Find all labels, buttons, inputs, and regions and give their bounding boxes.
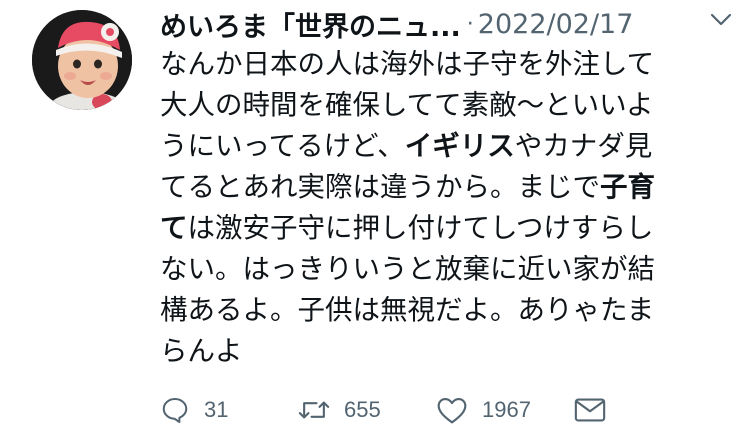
tweet-text-bold: イギリス xyxy=(404,130,515,162)
tweet-header: めいろま「世界のニュ... · 2022/02/17 xyxy=(160,4,740,44)
tweet-text-segment: 構あるよ。子供は無視だよ。ありゃたま xyxy=(160,294,655,326)
tweet-text-segment: なんか日本の人は海外は子守を外注して xyxy=(160,48,655,80)
chevron-down-icon[interactable] xyxy=(706,2,736,38)
tweet-text-segment: やカナダ見 xyxy=(514,130,653,162)
tweet-text-line: らんよ xyxy=(160,331,700,372)
tweet-text-segment: らんよ xyxy=(160,335,243,367)
reply-count: 31 xyxy=(204,397,229,422)
tweet-text-segment: 大人の時間を確保してて素敵〜といいよ xyxy=(160,89,654,121)
tweet-text-segment: うにいってるけど、 xyxy=(160,130,405,162)
tweet-text-bold: て xyxy=(160,212,188,244)
like-count: 1967 xyxy=(482,397,531,422)
tweet-text-line: なんか日本の人は海外は子守を外注して xyxy=(160,44,700,85)
tweet-text-line: 構あるよ。子供は無視だよ。ありゃたま xyxy=(160,290,700,331)
tweet-text-line: 大人の時間を確保してて素敵〜といいよ xyxy=(160,85,700,126)
tweet-text-line: ては激安子守に押し付けてしつけすらし xyxy=(160,208,700,249)
heart-icon xyxy=(436,395,468,425)
retweet-button[interactable]: 655 xyxy=(298,395,436,425)
tweet-text-segment: は激安子守に押し付けてしつけすらし xyxy=(187,212,654,244)
retweet-icon xyxy=(298,395,330,425)
tweet-text-line: ない。はっきりいうと放棄に近い家が結 xyxy=(160,249,700,290)
tweet-text-line: てるとあれ実際は違うから。まじで子育 xyxy=(160,167,700,208)
share-mail-icon xyxy=(574,397,606,423)
header-separator: · xyxy=(466,11,474,37)
like-button[interactable]: 1967 xyxy=(436,395,574,425)
avatar[interactable] xyxy=(32,10,132,110)
retweet-count: 655 xyxy=(344,397,381,422)
tweet-text-segment: てるとあれ実際は違うから。まじで xyxy=(160,171,600,203)
tweet-date[interactable]: 2022/02/17 xyxy=(478,9,634,40)
reply-icon xyxy=(160,395,190,425)
share-button[interactable] xyxy=(574,397,606,423)
tweet-text-bold: 子育 xyxy=(600,171,655,203)
tweet-text-line: うにいってるけど、イギリスやカナダ見 xyxy=(160,126,700,167)
tweet-text-segment: ない。はっきりいうと放棄に近い家が結 xyxy=(160,253,655,285)
reply-button[interactable]: 31 xyxy=(160,395,298,425)
author-name[interactable]: めいろま「世界のニュ... xyxy=(160,5,461,44)
tweet: めいろま「世界のニュ... · 2022/02/17 なんか日本の人は海外は子守… xyxy=(0,0,750,432)
tweet-text: なんか日本の人は海外は子守を外注して 大人の時間を確保してて素敵〜といいよ うにいっ… xyxy=(160,44,700,372)
avatar-baby-image xyxy=(32,10,132,110)
tweet-actions: 31 655 1967 xyxy=(160,388,606,432)
